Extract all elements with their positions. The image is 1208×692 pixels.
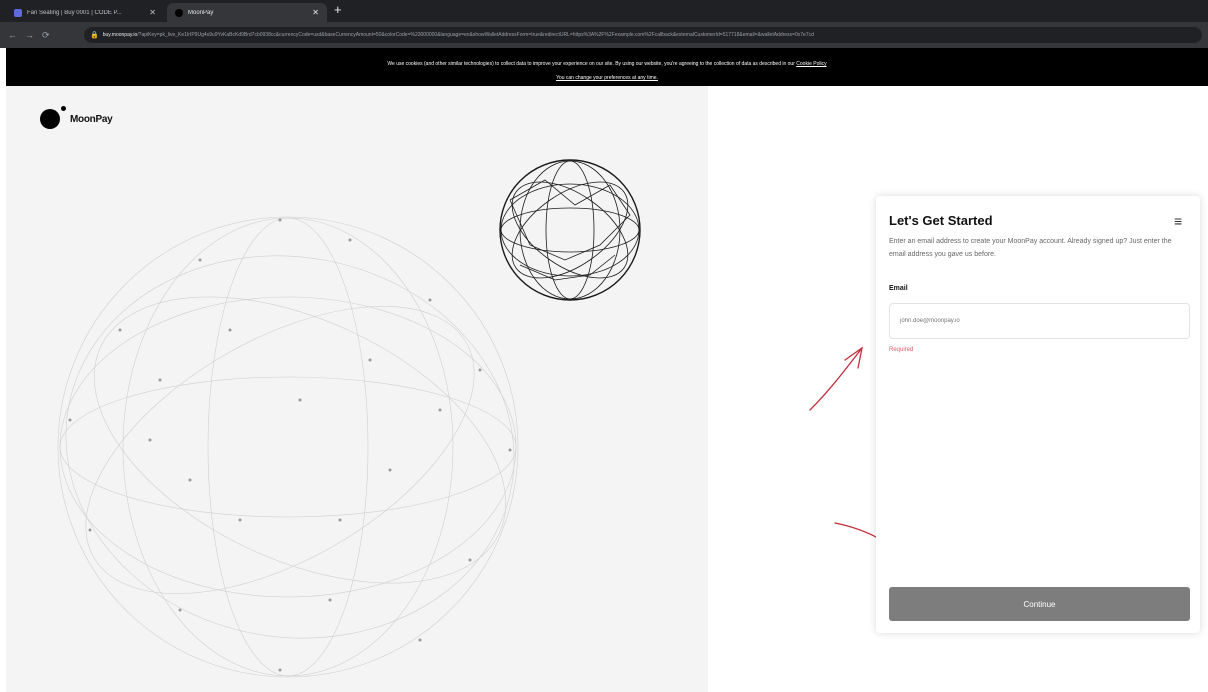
signup-card: Let's Get Started ≡ Enter an email addre… — [876, 196, 1200, 633]
large-globe-graphic — [57, 216, 519, 678]
form-title: Let's Get Started — [889, 213, 993, 228]
continue-button[interactable]: Continue — [889, 587, 1190, 621]
form-subtitle: Enter an email address to create your Mo… — [889, 238, 1172, 258]
arrow-to-email-field — [809, 347, 863, 411]
email-error-text: Required — [889, 347, 914, 353]
email-field[interactable] — [889, 303, 1190, 339]
large-globe-nodes — [68, 218, 512, 672]
hamburger-menu-icon[interactable]: ≡ — [1174, 213, 1182, 229]
small-globe-graphic — [499, 159, 641, 301]
email-label: Email — [889, 285, 908, 292]
